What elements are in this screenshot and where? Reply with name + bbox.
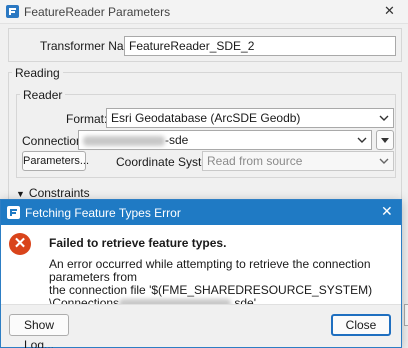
format-label: Format: [66,112,108,126]
window-titlebar: FeatureReader Parameters ✕ [0,0,408,24]
coordinate-system-value: Read from source [207,154,303,168]
format-select[interactable]: Esri Geodatabase (ArcSDE Geodb) [106,108,394,128]
format-value: Esri Geodatabase (ArcSDE Geodb) [111,111,301,125]
reader-group-title: Reader [20,88,66,102]
fme-app-icon [6,5,19,18]
fme-app-icon [7,206,20,219]
connection-select[interactable]: -sde [78,130,372,150]
dialog-title: Fetching Feature Types Error [25,206,181,220]
show-log-button[interactable]: Show Log... [9,314,69,348]
window-title: FeatureReader Parameters [24,5,171,19]
connection-value: -sde [83,133,188,147]
transformer-name-input[interactable]: FeatureReader_SDE_2 [124,36,396,56]
window-close-button[interactable]: ✕ [384,3,395,19]
expand-triangle-icon: ▼ [16,189,25,199]
connection-menu-button[interactable] [376,130,394,150]
reading-group-title: Reading [12,66,63,80]
close-button[interactable]: Close [331,314,391,336]
constraints-toggle[interactable]: ▼ Constraints [16,186,90,200]
chevron-down-icon [357,137,367,143]
error-dialog: Fetching Feature Types Error ✕ ✕ Failed … [0,199,402,348]
chevron-down-icon [379,158,389,164]
constraints-label: Constraints [28,186,90,200]
coordinate-system-select[interactable]: Read from source [202,151,394,171]
redacted-connection-name [83,135,165,146]
connection-value-suffix: -sde [165,133,189,147]
dialog-footer: Show Log... Close [1,304,401,348]
error-icon: ✕ [9,233,31,255]
transformer-name-value: FeatureReader_SDE_2 [129,39,255,53]
error-heading: Failed to retrieve feature types. [49,236,227,250]
triangle-down-icon [381,138,389,143]
dialog-titlebar: Fetching Feature Types Error ✕ [1,200,401,225]
error-message-line-1: An error occurred while attempting to re… [49,257,371,284]
connection-label: Connection: [22,134,87,148]
parameters-button[interactable]: Parameters... [22,151,89,171]
background-button [404,304,408,326]
dialog-close-icon[interactable]: ✕ [381,203,393,220]
error-message: An error occurred while attempting to re… [49,258,394,310]
chevron-down-icon [379,115,389,121]
